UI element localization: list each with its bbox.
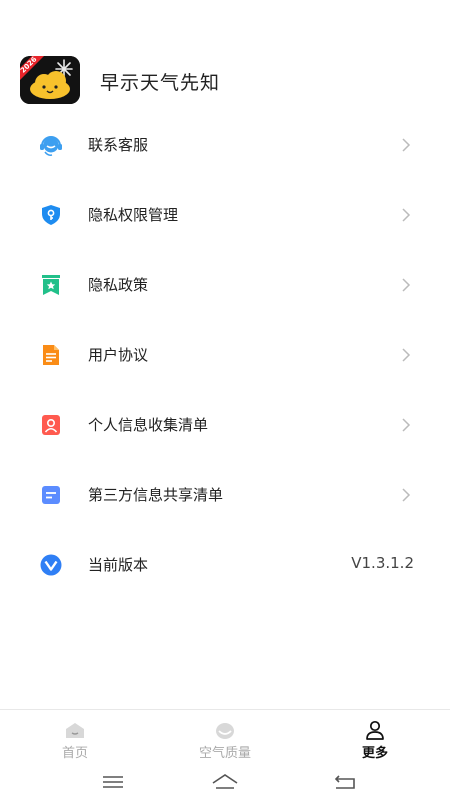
document-icon: [43, 345, 59, 365]
home-icon[interactable]: [210, 771, 240, 793]
version-value: V1.3.1.2: [351, 554, 414, 572]
home-cloud-icon: [66, 723, 84, 738]
menu-item-label: 联系客服: [88, 136, 149, 154]
menu-item-privacy-permissions[interactable]: 隐私权限管理: [0, 180, 450, 250]
user-card-icon: [42, 415, 60, 435]
tab-air-quality[interactable]: 空气质量: [150, 710, 300, 766]
app-header: 2026 早示天气先知: [0, 52, 450, 108]
menu-item-current-version[interactable]: 当前版本 V1.3.1.2: [0, 530, 450, 600]
menu-item-label: 当前版本: [88, 556, 149, 574]
menu-item-user-agreement[interactable]: 用户协议: [0, 320, 450, 390]
tab-label: 更多: [361, 746, 388, 761]
app-title: 早示天气先知: [100, 72, 221, 94]
settings-menu: 联系客服 隐私权限管理 隐私政策 用户协议 个人信息收集清单 第三方信息共享清单…: [0, 110, 450, 600]
tab-more[interactable]: 更多: [300, 710, 450, 766]
back-icon[interactable]: [330, 771, 360, 793]
menu-item-personal-info-list[interactable]: 个人信息收集清单: [0, 390, 450, 460]
chevron-right-icon: [402, 418, 411, 432]
bottom-tab-bar: 首页 空气质量 更多: [0, 709, 450, 766]
chevron-right-icon: [402, 488, 411, 502]
shield-key-icon: [42, 205, 60, 225]
menu-item-privacy-policy[interactable]: 隐私政策: [0, 250, 450, 320]
menu-item-label: 个人信息收集清单: [88, 416, 209, 434]
version-v-icon: [40, 554, 62, 576]
user-icon: [366, 720, 384, 740]
tab-home[interactable]: 首页: [0, 710, 150, 766]
tab-label: 首页: [61, 746, 88, 761]
file-list-icon: [42, 486, 60, 504]
tab-label: 空气质量: [198, 746, 251, 761]
bookmark-star-icon: [42, 275, 60, 295]
menu-item-third-party-sharing[interactable]: 第三方信息共享清单: [0, 460, 450, 530]
system-nav-bar: [0, 765, 450, 800]
app-logo: 2026: [20, 56, 80, 104]
chevron-right-icon: [402, 278, 411, 292]
headset-icon: [40, 136, 62, 156]
menu-item-label: 隐私权限管理: [88, 206, 179, 224]
chevron-right-icon: [402, 348, 411, 362]
menu-icon[interactable]: [98, 771, 128, 793]
menu-item-label: 第三方信息共享清单: [88, 486, 224, 504]
chevron-right-icon: [402, 138, 411, 152]
chevron-right-icon: [402, 208, 411, 222]
menu-item-customer-service[interactable]: 联系客服: [0, 110, 450, 180]
menu-item-label: 隐私政策: [88, 276, 149, 294]
menu-item-label: 用户协议: [88, 346, 149, 364]
air-quality-icon: [216, 723, 234, 739]
